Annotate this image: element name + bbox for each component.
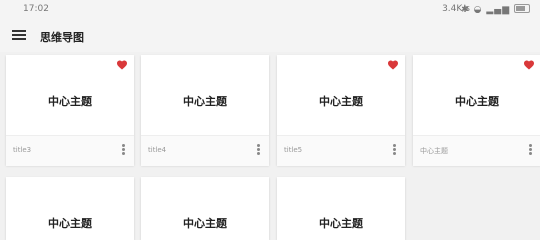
menu-icon[interactable] [12,30,26,41]
mindmap-card[interactable]: 中心主题 中心主题 [413,55,540,166]
card-center-topic: 中心主题 [455,95,499,108]
status-icons: ✱ ◒ ▂▄▆ [461,4,530,15]
wifi-icon: ◒ [473,5,483,15]
mindmap-card[interactable]: 中心主题 title4 [141,55,269,166]
more-vert-icon[interactable] [257,144,260,156]
card-footer: title5 [277,135,405,166]
card-title: title5 [284,146,303,154]
card-center-topic: 中心主题 [183,95,227,108]
battery-icon [514,4,530,13]
card-footer: title4 [141,135,269,166]
card-center-topic: 中心主题 [319,95,363,108]
card-footer: 中心主题 [413,135,540,166]
app-bar: 思维导图 [0,20,540,52]
heart-icon[interactable] [116,59,128,70]
mindmap-card[interactable]: 中心主题 [6,177,134,240]
mindmap-card[interactable]: 中心主题 title5 [277,55,405,166]
page-title: 思维导图 [40,31,84,44]
more-vert-icon[interactable] [393,144,396,156]
status-time: 17:02 [23,4,49,14]
mindmap-card[interactable]: 中心主题 title3 [6,55,134,166]
heart-icon[interactable] [387,59,399,70]
mindmap-card[interactable]: 中心主题 [277,177,405,240]
card-footer: title3 [6,135,134,166]
mindmap-card[interactable]: 中心主题 [141,177,269,240]
card-title: 中心主题 [420,147,448,155]
card-center-topic: 中心主题 [319,217,363,230]
card-center-topic: 中心主题 [183,217,227,230]
bluetooth-icon: ✱ [461,5,470,15]
more-vert-icon[interactable] [529,144,532,156]
heart-icon[interactable] [523,59,535,70]
status-bar: 17:02 3.4K/s ✱ ◒ ▂▄▆ [0,0,540,20]
card-center-topic: 中心主题 [48,95,92,108]
signal-icon: ▂▄▆ [486,5,511,15]
more-vert-icon[interactable] [122,144,125,156]
card-title: title3 [13,146,32,154]
card-center-topic: 中心主题 [48,217,92,230]
card-title: title4 [148,146,167,154]
